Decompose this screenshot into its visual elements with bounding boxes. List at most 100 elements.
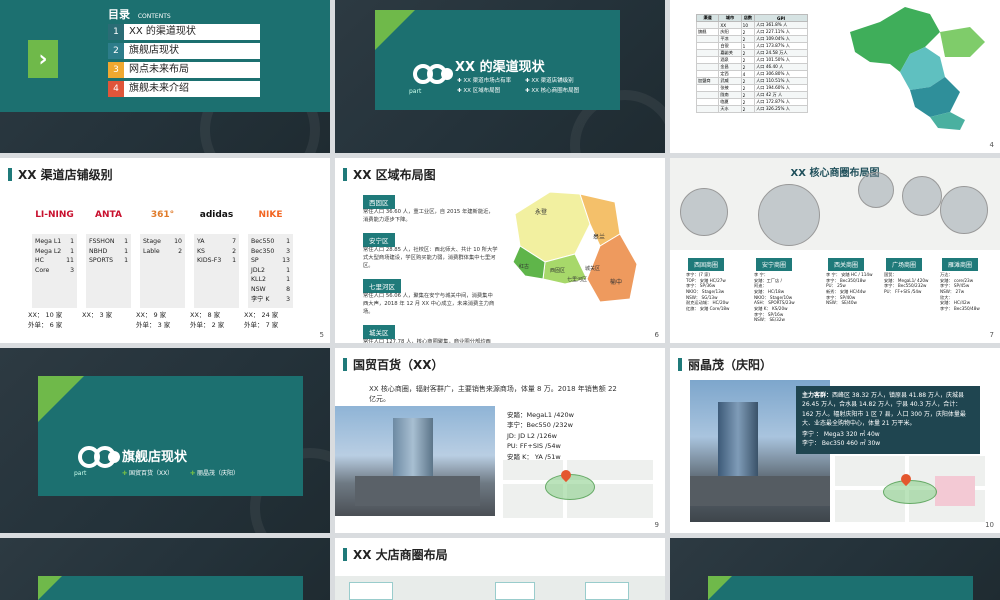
zone-line: NSW： SE/32w xyxy=(754,317,785,323)
zone-label: 西固商圈 xyxy=(688,258,725,271)
map-label: 西固区 xyxy=(550,268,565,274)
table-cell: 天水 xyxy=(718,105,742,113)
section-panel xyxy=(708,576,973,600)
zone-circle xyxy=(940,186,988,234)
brand-summary: XX： 8 家外单： 2 家 xyxy=(190,310,224,331)
district-text: 常住人口 56.06 人，聚集在安宁与城关中间，消费集中西大声，2018 年 1… xyxy=(363,293,495,315)
level-name: Bec350 xyxy=(251,247,275,255)
summary-line: 外单： 3 家 xyxy=(136,321,171,330)
district-tag: 西固区 xyxy=(363,195,395,209)
brand-summary: XX： 10 家外单： 6 家 xyxy=(28,310,62,331)
table-cell: 定西 xyxy=(718,70,742,78)
slide-lijingmao[interactable]: 丽晶茂（庆阳） 主力客群：西峰区 38.32 万人，镇原县 41.88 万人，庆… xyxy=(670,348,1000,533)
table-row: XX 10 人口 361.8% 人 xyxy=(695,21,808,29)
table-cell: 10 xyxy=(740,21,756,29)
summary-line: XX： 8 家 xyxy=(190,311,221,319)
toc-title: 目录 xyxy=(108,8,130,21)
level-row: SPORTS 1 xyxy=(89,256,128,266)
toc-item-label: XX 的渠道现状 xyxy=(129,26,196,37)
table-cell xyxy=(695,84,720,92)
corner-accent xyxy=(708,576,732,600)
toc-item-label: 旗舰店现状 xyxy=(129,45,179,56)
table-cell: 2 xyxy=(740,56,756,64)
table-cell: 2 xyxy=(740,35,756,43)
logo-mark-icon xyxy=(78,444,126,468)
level-name: SPORTS xyxy=(89,257,114,265)
slide-dark-partial[interactable] xyxy=(670,538,1000,600)
map-label: 皋兰 xyxy=(593,233,605,241)
table-cell: 张掖 xyxy=(718,84,742,92)
toc-list: 1 XX 的渠道现状 2 旗舰店现状 3 网点未来布局 4 旗舰未来介绍 xyxy=(108,24,260,97)
table-cell: 2 xyxy=(740,84,756,92)
level-name: KS xyxy=(197,247,205,255)
level-row: NBHD 1 xyxy=(89,247,128,257)
table-header: 渠道 xyxy=(695,14,720,22)
toc-item[interactable]: 3 网点未来布局 xyxy=(108,62,260,78)
level-count: 1 xyxy=(286,276,290,284)
toc-item[interactable]: 1 XX 的渠道现状 xyxy=(108,24,260,40)
section-title: 旗舰店现状 xyxy=(122,450,188,465)
brand-levels: Mega L1 1 Mega L2 1 HC 11 Core 3 xyxy=(32,234,77,278)
table-cell: 白银 xyxy=(718,42,742,50)
level-row: Mega L2 1 xyxy=(35,247,74,257)
level-count: 2 xyxy=(178,247,182,255)
table-header: 店数 xyxy=(740,14,756,22)
slide-section-flagship[interactable]: part 旗舰店现状 ✚ 国贸百货（XX） ✚ 丽晶茂（庆阳） xyxy=(0,348,330,533)
section-part-label: part xyxy=(409,88,422,95)
slide-title: XX 渠道店铺级别 xyxy=(18,168,113,182)
slide-section-channel[interactable]: part XX 的渠道现状 ✚ XX 渠道市场占有率 ✚ XX 区域布局图 ✚ … xyxy=(335,0,665,153)
brand-summary: XX： 9 家外单： 3 家 xyxy=(136,310,170,331)
level-row: Mega L1 1 xyxy=(35,237,74,247)
level-name: Lable xyxy=(143,247,160,255)
info-title: 主力客群： xyxy=(802,392,833,399)
toc-title-en: CONTENTS xyxy=(137,13,171,20)
district-text: 常住人口 28.85 人，社校区：西北师大、共计 10 所大学式大型商场建设，学… xyxy=(363,247,498,269)
table-cell xyxy=(695,105,720,113)
level-row: NSW 8 xyxy=(251,285,290,295)
district-text: 常住人口 36.60 人，重工业区，自 2015 年建新能近，消费能力逐步下降。 xyxy=(363,209,494,223)
slide-district-layout[interactable]: XX 区域布局图 西固区 常住人口 36.60 人，重工业区，自 2015 年建新… xyxy=(335,158,665,343)
district-list: 西固区 常住人口 36.60 人，重工业区，自 2015 年建新能近，消费能力逐步… xyxy=(363,190,498,343)
summary-line: XX： 9 家 xyxy=(136,311,167,319)
toc-item[interactable]: 4 旗舰未来介绍 xyxy=(108,81,260,97)
market-table: 渠道 城市 店数 GPI XX 10 人口 361.8% 人旗舰 庆阳 2 人口 227.… xyxy=(695,14,808,113)
table-cell xyxy=(695,21,720,29)
table-cell: 2 xyxy=(740,77,756,85)
level-name: 李宁 K xyxy=(251,295,270,303)
page-number: 9 xyxy=(654,521,659,529)
section-bullet: ✚ 国贸百货（XX） xyxy=(122,470,174,477)
district-text: 常住人口 127.78 人，核心商圈聚集，商业圈分部均西关、南关、广场、雁滩、东… xyxy=(363,339,491,343)
table-cell: 武威 xyxy=(718,77,742,85)
level-row: Bec350 3 xyxy=(251,247,290,257)
slide-big-store-layout[interactable]: XX 大店商圈布局 xyxy=(335,538,665,600)
level-count: 11 xyxy=(66,257,74,265)
table-cell: 人口 101.50% 人 xyxy=(754,56,808,64)
brand-logo: NIKE xyxy=(248,196,293,234)
slide-section-partial[interactable] xyxy=(0,538,330,600)
toc-item[interactable]: 2 旗舰店现状 xyxy=(108,43,260,59)
info-box: 主力客群：西峰区 38.32 万人，镇原县 41.88 万人，庆城县 26.45… xyxy=(796,386,980,454)
table-cell xyxy=(695,35,720,43)
level-count: 3 xyxy=(286,247,290,255)
table-cell xyxy=(695,56,720,64)
map-label: 榆中 xyxy=(610,278,622,286)
table-cell xyxy=(695,91,720,99)
table-cell: 陇南 xyxy=(718,91,742,99)
slide-store-levels[interactable]: XX 渠道店铺级别 LI-NING Mega L1 1 Mega L2 1 HC 11 Cor… xyxy=(0,158,330,343)
slide-title: 丽晶茂（庆阳） xyxy=(688,358,773,372)
slide-guomao[interactable]: 国贸百货（XX） XX 核心商圈，辐射客群广，主要销售来源商场，体量 8 万。2… xyxy=(335,348,665,533)
table-row: 嘉峪关 2 人口 24.58 万人 xyxy=(695,49,808,57)
level-name: Core xyxy=(35,266,50,274)
table-cell: 2 xyxy=(740,98,756,106)
slide-core-circles[interactable]: XX 核心商圈布局图 西固商圈 李宁：(7 家) TOP： 安踏 HC/27w 李宁：… xyxy=(670,158,1000,343)
page-number: 10 xyxy=(985,521,994,529)
table-cell: 人口 173.87% 人 xyxy=(754,42,808,50)
level-name: KIDS-F3 xyxy=(197,257,222,265)
slide-toc[interactable]: › 目录 CONTENTS 1 XX 的渠道现状 2 旗舰店现状 3 网点未来布… xyxy=(0,0,330,153)
slide-market-table[interactable]: 渠道 城市 店数 GPI XX 10 人口 361.8% 人旗舰 庆阳 2 人口 227.… xyxy=(670,0,1000,153)
table-cell: 人口 110.51% 人 xyxy=(754,77,808,85)
table-cell xyxy=(695,49,720,57)
header-bar xyxy=(678,358,682,371)
summary-line: XX： 24 家 xyxy=(244,311,279,319)
zone-details: 李 宁： 安踏 HC / 114w 李宁： Bec350/18w PU： 25w 新秀… xyxy=(826,272,882,306)
